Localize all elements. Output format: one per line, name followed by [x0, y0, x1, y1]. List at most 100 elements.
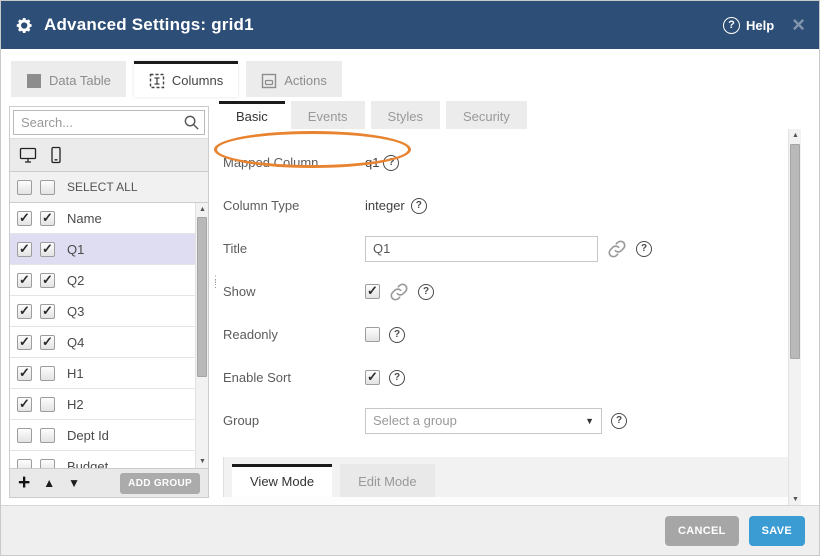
dialog-title: Advanced Settings: grid1 [44, 15, 254, 35]
scroll-down-icon[interactable]: ▼ [196, 455, 208, 468]
search-input[interactable] [13, 110, 205, 135]
title-input[interactable] [365, 236, 598, 262]
mobile-checkbox[interactable] [40, 459, 55, 469]
title-label: Title [223, 241, 365, 256]
column-detail-panel: Basic Events Styles Security Mapped Colu… [219, 101, 801, 506]
mobile-checkbox[interactable] [40, 273, 55, 288]
column-list-item[interactable]: Dept Id [10, 420, 195, 451]
list-scrollbar[interactable]: ▲ ▼ [195, 203, 208, 468]
tab-events[interactable]: Events [291, 101, 365, 129]
show-row: Show ? [223, 270, 779, 313]
select-all-label: SELECT ALL [67, 180, 138, 194]
column-type-value: integer [365, 198, 405, 213]
desktop-checkbox[interactable] [17, 428, 32, 443]
desktop-checkbox[interactable] [17, 211, 32, 226]
desktop-icon[interactable] [19, 146, 37, 164]
mobile-checkbox[interactable] [40, 366, 55, 381]
desktop-checkbox[interactable] [17, 242, 32, 257]
tab-actions[interactable]: Actions [246, 61, 342, 97]
bind-link-icon[interactable] [607, 239, 627, 259]
group-select[interactable]: Select a group ▼ [365, 408, 602, 434]
column-name: Q2 [67, 273, 84, 288]
move-down-button[interactable]: ▼ [68, 476, 80, 490]
tab-styles[interactable]: Styles [371, 101, 440, 129]
device-columns-row [10, 139, 208, 172]
show-help-icon[interactable]: ? [418, 284, 434, 300]
show-checkbox[interactable] [365, 284, 380, 299]
close-icon[interactable]: × [792, 15, 805, 35]
panel-resize-handle[interactable]: ⋮⋮ [211, 277, 216, 299]
column-type-help-icon[interactable]: ? [411, 198, 427, 214]
columns-icon [149, 73, 165, 89]
move-up-button[interactable]: ▲ [43, 476, 55, 490]
tab-view-mode[interactable]: View Mode [232, 464, 332, 497]
column-list-item[interactable]: Name [10, 203, 195, 234]
column-list-item[interactable]: Q4 [10, 327, 195, 358]
select-all-desktop-checkbox[interactable] [17, 180, 32, 195]
enable-sort-label: Enable Sort [223, 370, 365, 385]
column-list: Name Q1 Q2 Q3 Q4 H1 H2 Dept Id B [10, 203, 208, 468]
save-button[interactable]: SAVE [749, 516, 805, 546]
readonly-help-icon[interactable]: ? [389, 327, 405, 343]
mobile-checkbox[interactable] [40, 397, 55, 412]
desktop-checkbox[interactable] [17, 304, 32, 319]
readonly-checkbox[interactable] [365, 327, 380, 342]
select-all-row[interactable]: SELECT ALL [10, 172, 208, 203]
mapped-column-row: Mapped Column q1 ? [223, 141, 779, 184]
desktop-checkbox[interactable] [17, 366, 32, 381]
group-help-icon[interactable]: ? [611, 413, 627, 429]
column-list-item[interactable]: H1 [10, 358, 195, 389]
mobile-checkbox[interactable] [40, 335, 55, 350]
scroll-up-icon[interactable]: ▲ [196, 203, 208, 216]
desktop-checkbox[interactable] [17, 459, 32, 469]
search-icon[interactable] [183, 114, 200, 131]
column-list-item[interactable]: Q1 [10, 234, 195, 265]
mapped-column-label: Mapped Column [223, 155, 365, 170]
mobile-checkbox[interactable] [40, 304, 55, 319]
title-help-icon[interactable]: ? [636, 241, 652, 257]
mobile-checkbox[interactable] [40, 211, 55, 226]
desktop-checkbox[interactable] [17, 397, 32, 412]
enable-sort-checkbox[interactable] [365, 370, 380, 385]
mobile-checkbox[interactable] [40, 428, 55, 443]
column-name: Name [67, 211, 102, 226]
enable-sort-help-icon[interactable]: ? [389, 370, 405, 386]
column-list-item[interactable]: Budget [10, 451, 195, 468]
column-name: Budget [67, 459, 108, 469]
mobile-checkbox[interactable] [40, 242, 55, 257]
tab-basic[interactable]: Basic [219, 101, 285, 129]
add-column-button[interactable]: + [18, 473, 30, 493]
help-button[interactable]: ? Help [723, 17, 774, 34]
mapped-column-value: q1 [365, 155, 379, 170]
column-list-item[interactable]: Q3 [10, 296, 195, 327]
column-name: Q3 [67, 304, 84, 319]
mobile-icon[interactable] [47, 146, 65, 164]
desktop-checkbox[interactable] [17, 273, 32, 288]
basic-form: Mapped Column q1 ? Column Type integer ?… [219, 129, 801, 506]
tab-columns[interactable]: Columns [134, 61, 238, 97]
cancel-button[interactable]: CANCEL [665, 516, 739, 546]
list-toolbar: + ▲ ▼ ADD GROUP [10, 468, 208, 497]
tab-edit-mode[interactable]: Edit Mode [340, 464, 435, 497]
column-list-item[interactable]: H2 [10, 389, 195, 420]
list-scrollbar-thumb[interactable] [197, 217, 207, 377]
mapped-column-help-icon[interactable]: ? [383, 155, 399, 171]
group-row: Group Select a group ▼ ? [223, 399, 779, 442]
enable-sort-row: Enable Sort ? [223, 356, 779, 399]
column-list-item[interactable]: Q2 [10, 265, 195, 296]
tab-data-table[interactable]: Data Table [11, 61, 126, 97]
tab-security[interactable]: Security [446, 101, 527, 129]
select-all-mobile-checkbox[interactable] [40, 180, 55, 195]
data-table-icon [26, 73, 42, 89]
bind-link-icon[interactable] [389, 282, 409, 302]
add-group-button[interactable]: ADD GROUP [120, 473, 200, 494]
advanced-settings-dialog: Advanced Settings: grid1 ? Help × Data T… [0, 0, 820, 556]
form-scrollbar-thumb[interactable] [790, 144, 800, 359]
desktop-checkbox[interactable] [17, 335, 32, 350]
help-icon: ? [723, 17, 740, 34]
scroll-up-icon[interactable]: ▲ [789, 129, 801, 142]
mode-tabs: View Mode Edit Mode [223, 457, 801, 497]
readonly-row: Readonly ? [223, 313, 779, 356]
form-scrollbar[interactable]: ▲ ▼ [788, 129, 801, 506]
column-name: H1 [67, 366, 84, 381]
